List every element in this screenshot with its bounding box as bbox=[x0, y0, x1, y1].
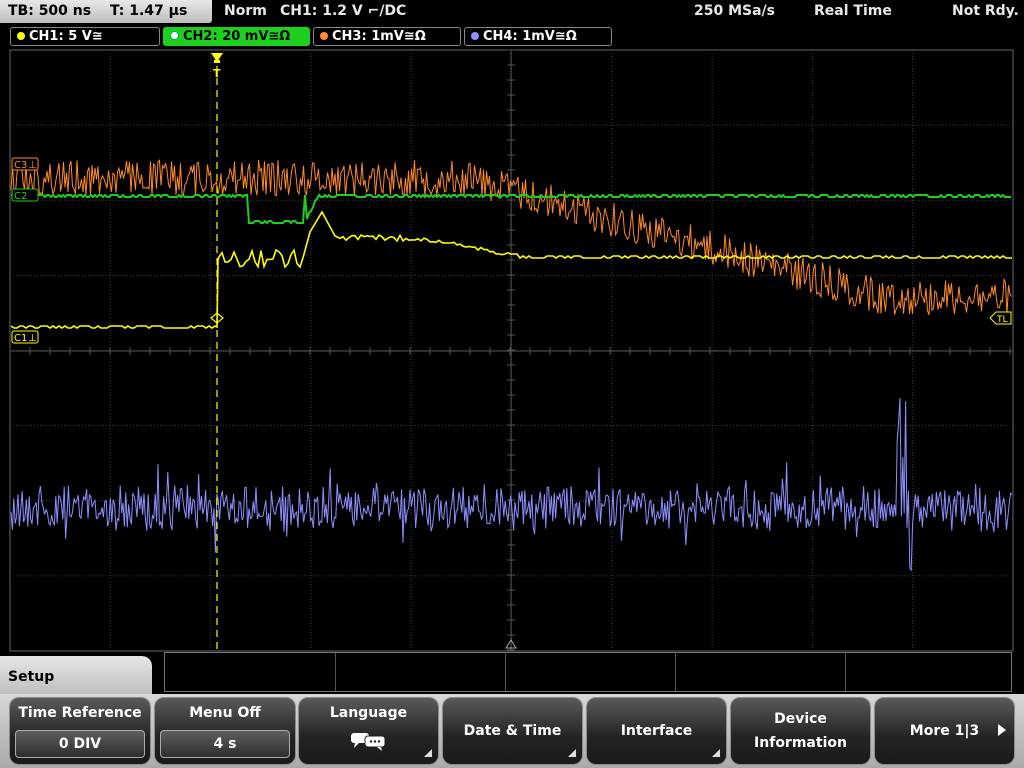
softkey-label: Menu Off bbox=[189, 705, 261, 721]
speech-bubbles-icon bbox=[351, 733, 386, 751]
menu-title-setup: Setup bbox=[0, 656, 152, 696]
ch3-dot-icon bbox=[320, 32, 328, 40]
softkey-label: Date & Time bbox=[463, 723, 562, 739]
ch3-reference-marker[interactable]: C3 ⊥ bbox=[11, 157, 39, 171]
svg-text:⊥: ⊥ bbox=[28, 333, 37, 344]
sample-rate: 250 MSa/s bbox=[694, 3, 776, 19]
channel-tab-label: CH3: 1mV≅Ω bbox=[332, 29, 426, 44]
device-information-softkey[interactable]: Device Information bbox=[730, 697, 871, 765]
trigger-mode[interactable]: Norm bbox=[224, 0, 267, 23]
date-time-softkey[interactable]: Date & Time bbox=[442, 697, 583, 765]
softkey-label: More 1|3 bbox=[909, 723, 980, 739]
trigger-pos-label: T bbox=[213, 67, 221, 80]
svg-text:⊥: ⊥ bbox=[28, 160, 37, 171]
ch2-marker-label: C2 bbox=[14, 191, 27, 202]
ch1-marker-label: C1 bbox=[14, 333, 27, 344]
status-bar: TB: 500 ns T: 1.47 µs Norm CH1: 1.2 V ⌐/… bbox=[0, 0, 1024, 25]
softkey-label-line2: Information bbox=[754, 735, 847, 751]
channel-tab-ch2[interactable]: CH2: 20 mV≅Ω bbox=[163, 27, 310, 46]
time-reference-softkey[interactable]: Time Reference 0 DIV bbox=[9, 697, 151, 765]
menu-off-softkey[interactable]: Menu Off 4 s bbox=[154, 697, 296, 765]
channel-tab-label: CH4: 1mV≅Ω bbox=[483, 29, 577, 44]
submenu-indicator-icon bbox=[568, 749, 576, 757]
channel-tab-ch4[interactable]: CH4: 1mV≅Ω bbox=[464, 27, 612, 46]
interface-softkey[interactable]: Interface bbox=[586, 697, 727, 765]
acquisition-mode: Real Time bbox=[814, 3, 892, 19]
timebase-label: TB: 500 ns bbox=[8, 3, 92, 19]
trigger-level-label: TL bbox=[996, 315, 1008, 325]
trigger-time-label: T: 1.47 µs bbox=[109, 3, 188, 19]
ch1-dot-icon bbox=[17, 32, 25, 40]
next-page-arrow-icon bbox=[998, 724, 1006, 736]
language-softkey[interactable]: Language bbox=[298, 697, 439, 765]
channel-tab-ch3[interactable]: CH3: 1mV≅Ω bbox=[313, 27, 461, 46]
ch1-reference-marker[interactable]: C1 ⊥ bbox=[11, 330, 39, 344]
more-softkey[interactable]: More 1|3 bbox=[874, 697, 1015, 765]
waveform-display[interactable]: T C3 ⊥ C2 C1 ⊥ TL bbox=[0, 48, 1024, 660]
channel-tab-ch1[interactable]: CH1: 5 V≅ bbox=[10, 27, 160, 46]
channel-tab-label: CH2: 20 mV≅Ω bbox=[183, 29, 291, 44]
softkey-label: Interface bbox=[620, 723, 693, 739]
softkey-label-line1: Device bbox=[774, 711, 827, 727]
ch2-dot-icon bbox=[170, 31, 179, 40]
ch4-dot-icon bbox=[471, 32, 479, 40]
submenu-indicator-icon bbox=[712, 749, 720, 757]
softkey-label: Language bbox=[329, 705, 408, 721]
acquisition-state: Not Rdy. bbox=[952, 3, 1019, 19]
ch2-reference-marker[interactable]: C2 bbox=[11, 188, 39, 202]
channel-tab-label: CH1: 5 V≅ bbox=[29, 29, 103, 44]
menu-off-value: 4 s bbox=[160, 730, 290, 758]
ch3-marker-label: C3 bbox=[14, 160, 27, 171]
softkey-label: Time Reference bbox=[18, 705, 142, 721]
trigger-info[interactable]: CH1: 1.2 V ⌐/DC bbox=[280, 0, 406, 23]
overview-strip bbox=[164, 652, 1012, 692]
timebase-box[interactable]: TB: 500 ns T: 1.47 µs bbox=[0, 0, 212, 23]
time-reference-value: 0 DIV bbox=[15, 730, 145, 758]
submenu-indicator-icon bbox=[424, 749, 432, 757]
